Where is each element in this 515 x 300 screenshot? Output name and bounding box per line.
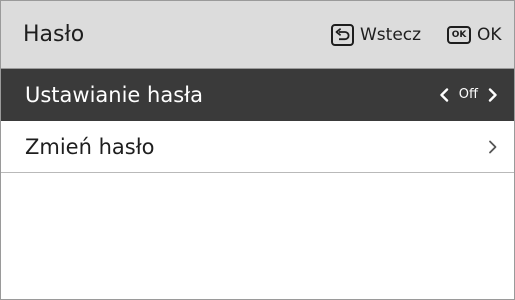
menu-item-label: Zmień hasło [25, 135, 155, 159]
menu-item-password-setting[interactable]: Ustawianie hasła Off [1, 69, 514, 121]
chevron-left-icon[interactable] [439, 88, 449, 102]
ok-button[interactable]: OK OK [447, 23, 502, 47]
chevron-right-icon[interactable] [488, 88, 498, 102]
chevron-right-icon [488, 140, 498, 154]
back-button[interactable]: Wstecz [331, 23, 421, 47]
screen-frame: Hasło Wstecz OK OK Ustawianie hasła Off [0, 0, 515, 300]
back-label: Wstecz [360, 25, 422, 45]
password-setting-value: Off [458, 87, 478, 102]
ok-key-icon: OK [447, 26, 471, 44]
return-arrow-icon [331, 24, 354, 46]
header-bar: Hasło Wstecz OK OK [1, 1, 514, 69]
menu-item-change-password[interactable]: Zmień hasło [1, 121, 514, 173]
ok-label: OK [477, 25, 502, 45]
password-setting-value-control: Off [439, 83, 498, 107]
menu-item-label: Ustawianie hasła [25, 83, 203, 107]
page-title: Hasło [23, 22, 85, 47]
change-password-arrow [488, 135, 498, 159]
